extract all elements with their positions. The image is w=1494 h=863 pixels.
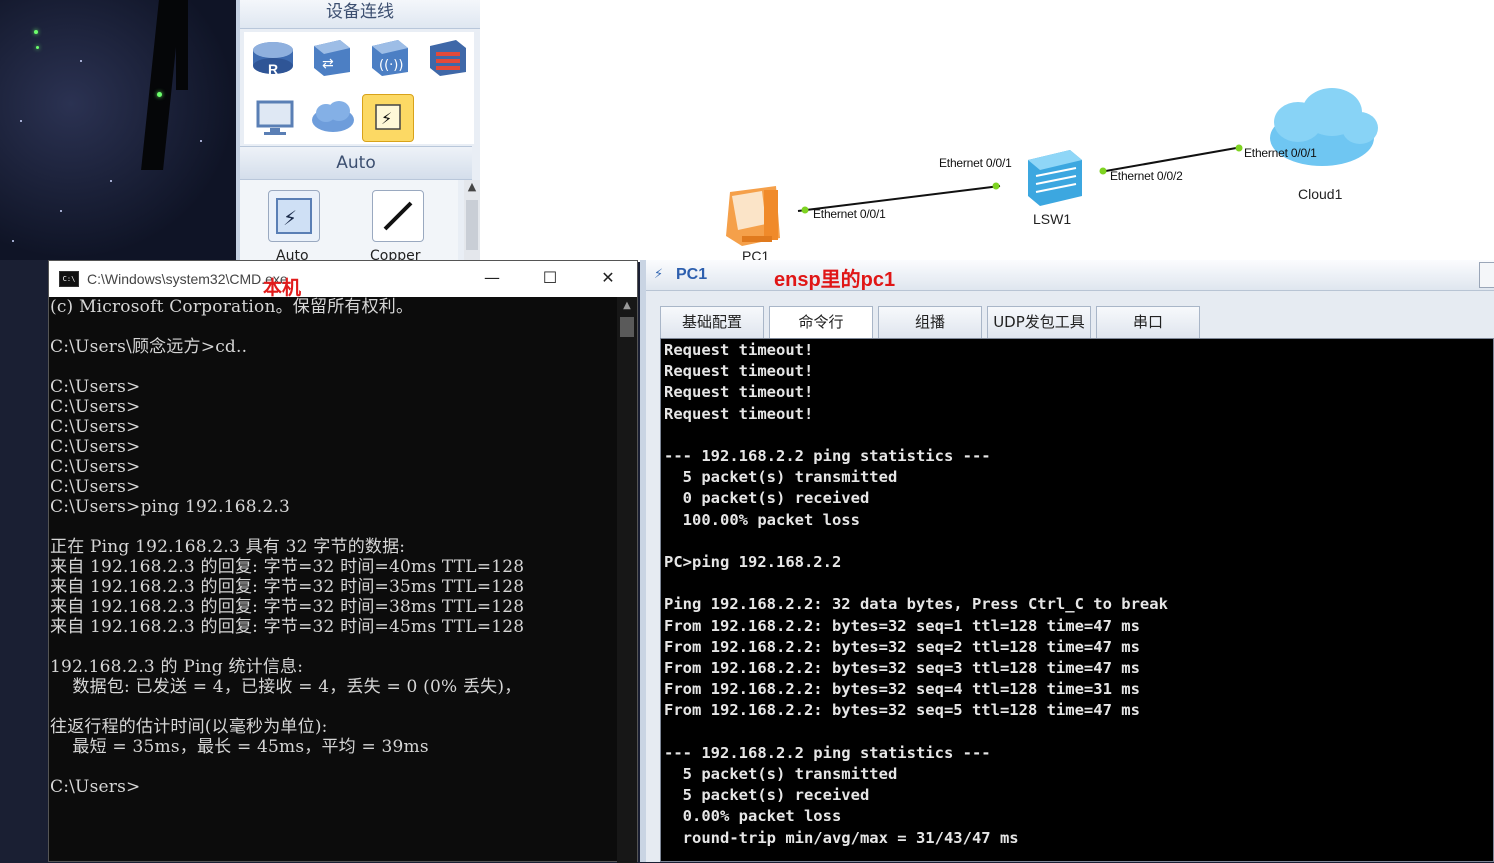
switch-icon[interactable]: ⇄ bbox=[306, 34, 356, 80]
pc1-window-title: PC1 bbox=[676, 266, 708, 283]
svg-text:⇄: ⇄ bbox=[322, 56, 334, 72]
wireless-icon[interactable]: ((·)) bbox=[364, 34, 414, 80]
copper-cable-icon[interactable] bbox=[372, 190, 424, 242]
pc1-device-icon bbox=[726, 186, 780, 246]
maximize-icon[interactable]: ☐ bbox=[521, 261, 579, 297]
pc1-window[interactable]: ⚡ PC1 ensp里的pc1 基础配置 命令行 组播 UDP发包工具 串口 R… bbox=[640, 260, 1494, 862]
wallpaper-pole bbox=[141, 0, 181, 170]
pc1-terminal[interactable]: Request timeout! Request timeout! Reques… bbox=[660, 338, 1494, 862]
wallpaper-light bbox=[34, 30, 38, 34]
scroll-up-icon[interactable]: ▲ bbox=[617, 297, 637, 315]
device-icon-grid: R ⇄ ((·)) ⚡ bbox=[244, 32, 474, 144]
connection-icon[interactable]: ⚡ bbox=[362, 94, 414, 142]
connection-types: ⚡ Auto Copper bbox=[240, 180, 458, 264]
cmd-console-output[interactable]: (c) Microsoft Corporation。保留所有权利。 C:\Use… bbox=[49, 297, 619, 863]
svg-text:⚡: ⚡ bbox=[283, 206, 297, 230]
minimize-icon[interactable]: — bbox=[463, 261, 521, 297]
pc1-tabs: 基础配置 命令行 组播 UDP发包工具 串口 bbox=[660, 306, 1205, 338]
link-status-dot bbox=[992, 182, 1000, 190]
router-icon[interactable]: R bbox=[248, 34, 298, 80]
scroll-up-icon[interactable]: ▲ bbox=[464, 180, 480, 196]
auto-connect-icon[interactable]: ⚡ bbox=[268, 190, 320, 242]
cmd-app-icon: C:\ bbox=[59, 271, 79, 287]
topology-canvas[interactable]: PC1 LSW1 Cloud1 Ethernet 0/0/1 Ethernet … bbox=[480, 0, 1494, 264]
topology-links bbox=[726, 88, 1378, 246]
panel-scrollbar[interactable]: ▲ bbox=[464, 180, 480, 260]
svg-text:((·)): ((·)) bbox=[379, 58, 403, 73]
cmd-titlebar[interactable]: C:\ C:\Windows\system32\CMD.exe — ☐ ✕ bbox=[49, 261, 637, 297]
tab-udp-tool[interactable]: UDP发包工具 bbox=[987, 306, 1091, 338]
port-label: Ethernet 0/0/1 bbox=[813, 207, 886, 221]
lsw1-device-icon bbox=[1028, 150, 1082, 206]
port-label: Ethernet 0/0/2 bbox=[1110, 169, 1183, 183]
close-icon[interactable]: ✕ bbox=[579, 261, 637, 297]
cmd-window-title: C:\Windows\system32\CMD.exe bbox=[87, 271, 288, 287]
cmd-scrollbar[interactable]: ▲ bbox=[617, 297, 637, 863]
auto-category-bar[interactable]: Auto bbox=[240, 146, 472, 180]
scroll-thumb[interactable] bbox=[466, 200, 478, 250]
svg-text:R: R bbox=[268, 61, 278, 77]
window-control[interactable] bbox=[1479, 262, 1494, 288]
port-label: Ethernet 0/0/1 bbox=[939, 156, 1012, 170]
svg-text:⚡: ⚡ bbox=[381, 109, 392, 128]
wallpaper-star bbox=[20, 120, 22, 122]
link-status-dot bbox=[801, 206, 809, 214]
tab-command-line[interactable]: 命令行 bbox=[769, 306, 873, 338]
pc1-terminal-text: Request timeout! Request timeout! Reques… bbox=[664, 341, 1168, 847]
pc1-titlebar[interactable]: ⚡ PC1 ensp里的pc1 bbox=[646, 260, 1494, 291]
pc-icon[interactable] bbox=[252, 94, 302, 140]
cmd-window[interactable]: C:\ C:\Windows\system32\CMD.exe — ☐ ✕ 本机… bbox=[48, 260, 638, 863]
link-status-dot bbox=[1235, 144, 1243, 152]
tab-serial[interactable]: 串口 bbox=[1096, 306, 1200, 338]
wallpaper-pole bbox=[176, 0, 188, 90]
device-category-title: 设备连线 bbox=[240, 0, 480, 29]
wallpaper-star bbox=[80, 60, 82, 62]
device-panel: 设备连线 R ⇄ ((·)) ⚡ Auto ⚡ Auto Copper ▲ bbox=[236, 0, 484, 264]
wallpaper-star bbox=[60, 210, 62, 212]
lsw1-node-label[interactable]: LSW1 bbox=[1033, 211, 1071, 227]
tab-multicast[interactable]: 组播 bbox=[878, 306, 982, 338]
port-label: Ethernet 0/0/1 bbox=[1244, 146, 1317, 160]
link-status-dot bbox=[1099, 167, 1107, 175]
wallpaper-star bbox=[200, 140, 202, 142]
cmd-text: (c) Microsoft Corporation。保留所有权利。 C:\Use… bbox=[50, 297, 525, 797]
wallpaper-light bbox=[157, 92, 162, 97]
local-machine-annotation: 本机 bbox=[263, 277, 302, 299]
desktop-wallpaper bbox=[0, 0, 236, 260]
wallpaper-star bbox=[110, 180, 112, 182]
tab-basic-config[interactable]: 基础配置 bbox=[660, 306, 764, 338]
cloud-icon[interactable] bbox=[308, 94, 358, 140]
pc1-window-icon: ⚡ bbox=[654, 267, 664, 282]
scroll-thumb[interactable] bbox=[620, 317, 634, 337]
firewall-icon[interactable] bbox=[422, 34, 472, 80]
pc1-annotation: ensp里的pc1 bbox=[774, 269, 896, 291]
cloud1-node-label[interactable]: Cloud1 bbox=[1298, 186, 1342, 202]
wallpaper-star bbox=[12, 240, 14, 242]
wallpaper-light bbox=[36, 46, 39, 49]
